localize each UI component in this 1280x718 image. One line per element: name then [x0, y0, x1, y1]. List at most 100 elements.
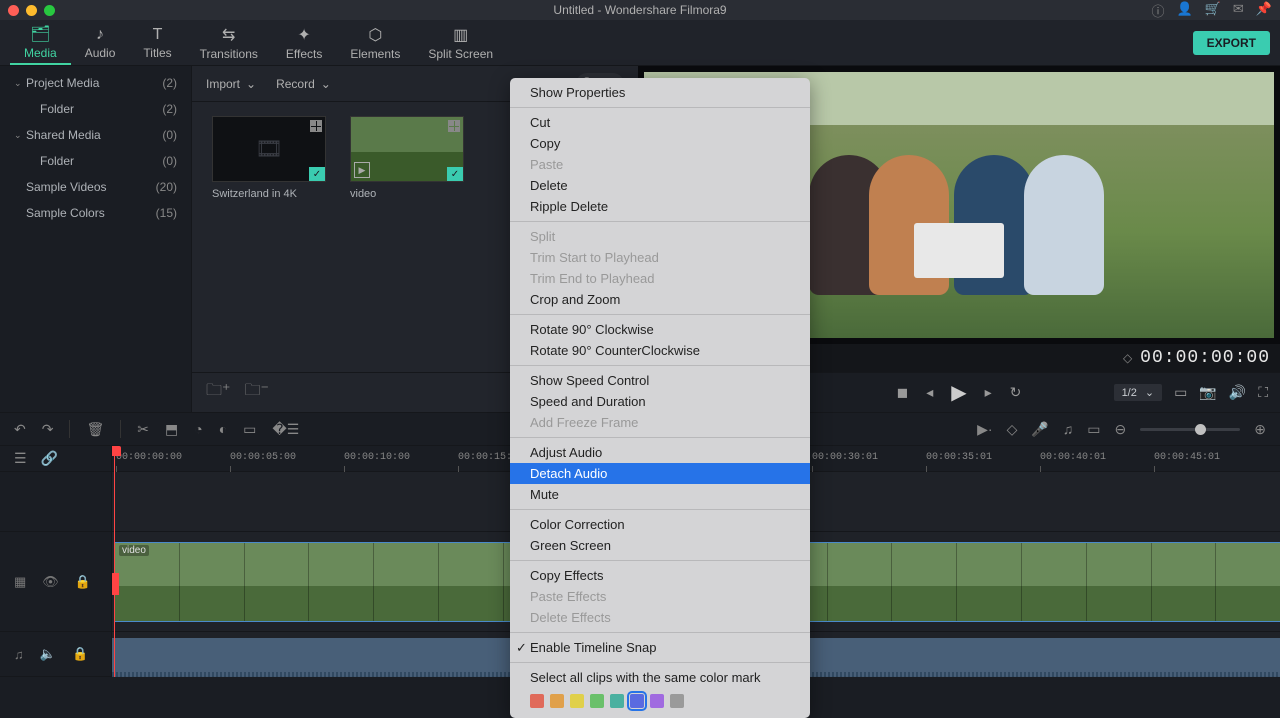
sidebar-item-sample-colors[interactable]: Sample Colors(15)	[0, 200, 191, 226]
menu-separator	[510, 365, 810, 366]
media-thumb-video[interactable]: ▶ ✓ video	[350, 116, 464, 200]
pin-icon[interactable]: 📌	[1256, 1, 1272, 20]
link-icon[interactable]: 🔗	[41, 450, 58, 467]
delete-button[interactable]: 🗑	[86, 421, 104, 438]
lock-icon[interactable]: 🔒	[72, 646, 88, 662]
color-mark-swatch[interactable]	[630, 694, 644, 708]
scale-dropdown[interactable]: 1/2⌄	[1114, 384, 1163, 401]
window-controls	[8, 5, 55, 16]
mute-icon[interactable]: 🔈	[40, 646, 56, 662]
marker-button[interactable]: ◇	[1007, 421, 1018, 438]
new-folder-icon[interactable]: 🗀⁺	[206, 379, 230, 406]
zoom-slider[interactable]	[1140, 428, 1240, 431]
color-mark-swatch[interactable]	[570, 694, 584, 708]
menu-item-ripple-delete[interactable]: Ripple Delete	[510, 196, 810, 217]
menu-item-color-correction[interactable]: Color Correction	[510, 514, 810, 535]
prev-frame-button[interactable]: ◂	[926, 384, 933, 401]
track-header-overlay[interactable]	[0, 472, 111, 532]
delete-folder-icon[interactable]: 🗀⁻	[244, 379, 268, 406]
quality-icon[interactable]: ▭	[1174, 384, 1187, 401]
import-dropdown[interactable]: Import⌄	[206, 77, 256, 91]
track-manager-icon[interactable]: ☰	[14, 450, 27, 467]
stop-button[interactable]: ◼	[897, 384, 909, 401]
tab-transitions[interactable]: ⇆Transitions	[186, 20, 272, 65]
marker-icon[interactable]: ◇	[1123, 351, 1132, 365]
volume-icon[interactable]: 🔊	[1229, 384, 1246, 401]
color-mark-swatch[interactable]	[610, 694, 624, 708]
color-mark-swatch[interactable]	[530, 694, 544, 708]
sidebar-item-folder[interactable]: Folder(2)	[0, 96, 191, 122]
cart-icon[interactable]: 🛒	[1205, 1, 1221, 20]
crop-button[interactable]: ⬒	[165, 421, 178, 438]
play-button[interactable]: ▶	[951, 380, 966, 405]
menu-item-show-properties[interactable]: Show Properties	[510, 82, 810, 103]
menu-item-speed-and-duration[interactable]: Speed and Duration	[510, 391, 810, 412]
redo-button[interactable]: ↷	[42, 421, 54, 438]
menu-item-select-all-clips-with-the-same-color-mark[interactable]: Select all clips with the same color mar…	[510, 667, 810, 688]
render-button[interactable]: ▶·	[977, 421, 992, 438]
menu-item-enable-timeline-snap[interactable]: Enable Timeline Snap	[510, 637, 810, 658]
voiceover-button[interactable]: 🎤	[1031, 421, 1048, 438]
menu-item-detach-audio[interactable]: Detach Audio	[510, 463, 810, 484]
green-screen-button[interactable]: ▭	[243, 421, 256, 438]
minimize-window-button[interactable]	[26, 5, 37, 16]
snapshot-icon[interactable]: 📷	[1199, 384, 1216, 401]
speed-button[interactable]: ◔	[194, 421, 202, 437]
menu-item-copy[interactable]: Copy	[510, 133, 810, 154]
track-header-audio[interactable]: ♫ 🔈 🔒	[0, 632, 111, 677]
menu-item-rotate-90-clockwise[interactable]: Rotate 90° Clockwise	[510, 319, 810, 340]
menu-item-mute[interactable]: Mute	[510, 484, 810, 505]
sidebar-item-folder[interactable]: Folder(0)	[0, 148, 191, 174]
color-mark-swatch[interactable]	[650, 694, 664, 708]
maximize-window-button[interactable]	[44, 5, 55, 16]
sidebar-item-project-media[interactable]: ⌄Project Media(2)	[0, 70, 191, 96]
close-window-button[interactable]	[8, 5, 19, 16]
sidebar-item-sample-videos[interactable]: Sample Videos(20)	[0, 174, 191, 200]
ratio-button[interactable]: ▭	[1087, 421, 1100, 438]
mixer-button[interactable]: ♫	[1063, 421, 1074, 437]
tab-media[interactable]: 🗂Media	[10, 20, 71, 65]
cut-button[interactable]: ✂	[137, 421, 149, 438]
tab-label: Audio	[85, 46, 116, 60]
menu-item-paste-effects: Paste Effects	[510, 586, 810, 607]
user-icon[interactable]: 👤	[1177, 1, 1193, 20]
undo-button[interactable]: ↶	[14, 421, 26, 438]
color-mark-swatch[interactable]	[670, 694, 684, 708]
export-button[interactable]: EXPORT	[1193, 31, 1270, 55]
zoom-in-button[interactable]: ⊕	[1254, 421, 1266, 438]
menu-item-copy-effects[interactable]: Copy Effects	[510, 565, 810, 586]
menu-item-green-screen[interactable]: Green Screen	[510, 535, 810, 556]
mail-icon[interactable]: ✉	[1233, 1, 1244, 20]
tab-effects[interactable]: ✦Effects	[272, 20, 336, 65]
tab-audio[interactable]: ♪ Audio	[71, 20, 130, 65]
lock-icon[interactable]: 🔒	[75, 574, 91, 590]
info-icon[interactable]: ⓘ	[1152, 1, 1165, 20]
zoom-out-button[interactable]: ⊖	[1115, 421, 1127, 438]
menu-item-crop-and-zoom[interactable]: Crop and Zoom	[510, 289, 810, 310]
color-mark-swatch[interactable]	[550, 694, 564, 708]
color-mark-swatch[interactable]	[590, 694, 604, 708]
adjust-button[interactable]: �☰	[272, 421, 299, 438]
sidebar-item-shared-media[interactable]: ⌄Shared Media(0)	[0, 122, 191, 148]
eye-icon[interactable]: 👁	[42, 574, 59, 590]
music-icon: ♪	[96, 26, 104, 44]
loop-button[interactable]: ↻	[1010, 384, 1022, 401]
titles-icon: T	[153, 26, 163, 44]
tab-elements[interactable]: ⬡Elements	[336, 20, 414, 65]
media-thumb-switzerland[interactable]: 🎞 ✓ Switzerland in 4K	[212, 116, 326, 200]
menu-item-rotate-90-counterclockwise[interactable]: Rotate 90° CounterClockwise	[510, 340, 810, 361]
tab-split-screen[interactable]: ▥Split Screen	[414, 20, 507, 65]
fullscreen-icon[interactable]: ⛶	[1258, 384, 1268, 401]
track-header-video[interactable]: ▦ 👁 🔒	[0, 532, 111, 632]
menu-item-cut[interactable]: Cut	[510, 112, 810, 133]
next-frame-button[interactable]: ▸	[985, 384, 992, 401]
record-dropdown[interactable]: Record⌄	[276, 77, 331, 91]
color-button[interactable]: ◐	[219, 421, 227, 437]
tab-titles[interactable]: TTitles	[129, 20, 185, 65]
split-screen-icon: ▥	[453, 25, 468, 45]
menu-item-show-speed-control[interactable]: Show Speed Control	[510, 370, 810, 391]
menu-item-adjust-audio[interactable]: Adjust Audio	[510, 442, 810, 463]
playhead[interactable]	[114, 446, 115, 677]
menu-item-delete[interactable]: Delete	[510, 175, 810, 196]
menu-separator	[510, 221, 810, 222]
